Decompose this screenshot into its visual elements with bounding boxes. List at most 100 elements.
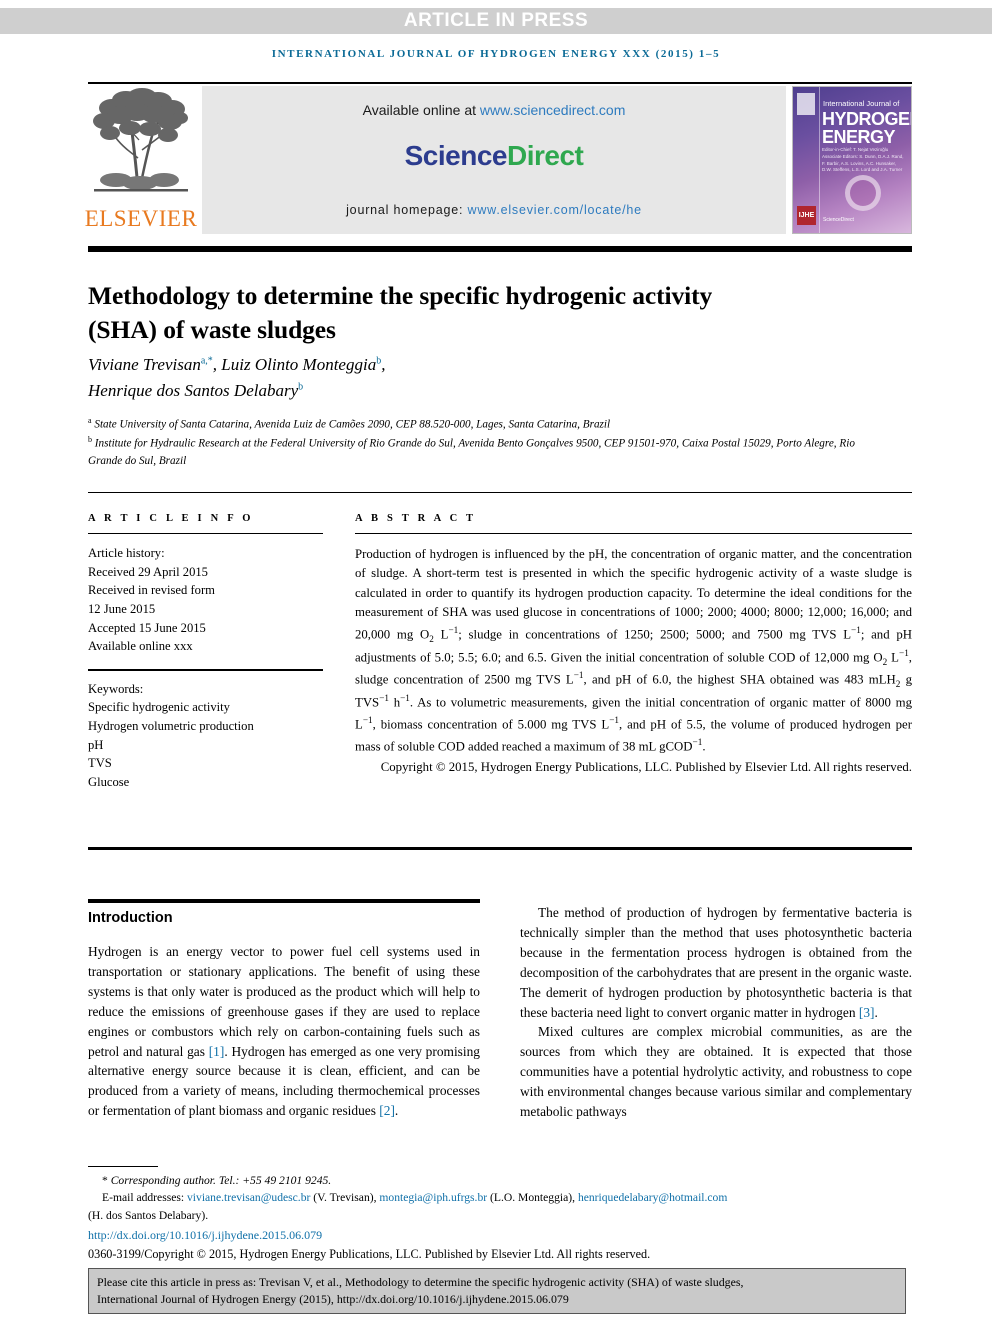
abstract-sup: −1 bbox=[851, 624, 861, 635]
email-addresses-label: E-mail addresses: bbox=[102, 1191, 187, 1205]
journal-homepage-line: journal homepage: www.elsevier.com/locat… bbox=[346, 203, 642, 217]
issn-copyright-line: 0360-3199/Copyright © 2015, Hydrogen Ene… bbox=[88, 1247, 651, 1262]
abstract-column: A B S T R A C T Production of hydrogen i… bbox=[355, 513, 912, 778]
abstract-sup: −1 bbox=[609, 714, 619, 725]
article-info-column: A R T I C L E I N F O Article history: R… bbox=[88, 513, 323, 792]
affiliation-b: b Institute for Hydraulic Research at th… bbox=[88, 434, 888, 470]
author-name-3: Henrique dos Santos Delabary bbox=[88, 381, 299, 401]
cite-line-1: Please cite this article in press as: Tr… bbox=[97, 1275, 744, 1289]
info-abstract-top-rule bbox=[88, 492, 912, 493]
sciencedirect-word-direct: Direct bbox=[506, 140, 584, 171]
sciencedirect-panel: Available online at www.sciencedirect.co… bbox=[202, 86, 786, 234]
intro-seg: . bbox=[394, 1103, 399, 1119]
keyword-item: TVS bbox=[88, 756, 112, 771]
article-info-rule bbox=[88, 533, 323, 534]
intro-paragraph-right-1: The method of production of hydrogen by … bbox=[520, 903, 912, 1022]
abstract-seg: , and pH of 6.0, the highest SHA obtaine… bbox=[583, 672, 896, 687]
intro-seg: Hydrogen is an energy vector to power fu… bbox=[88, 944, 480, 1059]
abstract-seg: . bbox=[702, 738, 706, 753]
author-name-1: Viviane Trevisan bbox=[88, 355, 201, 374]
keywords-rule bbox=[88, 668, 323, 671]
article-history-item: Received in revised form bbox=[88, 583, 215, 598]
cover-sciencedirect-label: ScienceDirect bbox=[823, 217, 854, 223]
keyword-item: Glucose bbox=[88, 774, 130, 789]
email-owner-3: (H. dos Santos Delabary). bbox=[88, 1208, 209, 1222]
cover-series-label: International Journal of bbox=[823, 99, 900, 108]
intro-seg: . bbox=[874, 1004, 878, 1020]
affiliation-a-text: State University of Santa Catarina, Aven… bbox=[94, 418, 611, 431]
sciencedirect-wordmark: ScienceDirect bbox=[405, 140, 584, 172]
author-name-2: Luiz Olinto Monteggia bbox=[221, 355, 377, 374]
abstract-seg: ; sludge in concentrations of 1250; 2500… bbox=[458, 627, 852, 642]
article-history-item: 12 June 2015 bbox=[88, 601, 156, 616]
abstract-sup: −1 bbox=[379, 693, 389, 704]
abstract-seg: , biomass concentration of 5.000 mg TVS … bbox=[372, 717, 610, 732]
author-sup-1: a,* bbox=[200, 355, 213, 367]
journal-header-band: ELSEVIER Available online at www.science… bbox=[84, 86, 912, 234]
cover-divider-line bbox=[819, 87, 820, 233]
abstract-sup: −1 bbox=[448, 624, 459, 635]
cover-editors-text: Editor-in-Chief: T. Nejat Veziroğlu Asso… bbox=[822, 147, 904, 173]
cover-title-line2: ENERGY bbox=[822, 127, 896, 147]
citation-ref-3[interactable]: [3] bbox=[859, 1005, 875, 1020]
cover-ijhe-badge: IJHE bbox=[797, 206, 816, 225]
article-in-press-label: ARTICLE IN PRESS bbox=[403, 10, 589, 31]
abstract-copyright: Copyright © 2015, Hydrogen Energy Public… bbox=[380, 760, 912, 775]
article-history-item: Received 29 April 2015 bbox=[88, 564, 208, 579]
citation-ref-2[interactable]: [2] bbox=[379, 1103, 395, 1118]
citation-ref-1[interactable]: [1] bbox=[209, 1044, 225, 1059]
page-title: Methodology to determine the specific hy… bbox=[88, 281, 713, 344]
keyword-item: pH bbox=[88, 737, 104, 752]
author-sup-2: b bbox=[376, 355, 382, 367]
header-top-rule bbox=[88, 82, 912, 84]
introduction-top-rule bbox=[88, 899, 480, 903]
article-history-block: Article history: Received 29 April 2015 … bbox=[88, 544, 323, 656]
cite-this-article-box: Please cite this article in press as: Tr… bbox=[88, 1268, 906, 1314]
sciencedirect-word-science: Science bbox=[404, 140, 508, 171]
affiliation-b-marker: b bbox=[88, 435, 92, 445]
abstract-sup: −1 bbox=[692, 736, 703, 747]
article-history-item: Accepted 15 June 2015 bbox=[88, 620, 206, 635]
introduction-heading: Introduction bbox=[88, 910, 173, 926]
article-history-item: Available online xxx bbox=[88, 639, 193, 654]
available-online-label: Available online at bbox=[362, 102, 480, 118]
email-link-1[interactable]: viviane.trevisan@udesc.br bbox=[187, 1191, 310, 1204]
cite-line-2: International Journal of Hydrogen Energy… bbox=[97, 1291, 569, 1306]
elsevier-tree-icon bbox=[93, 88, 188, 192]
journal-homepage-link[interactable]: www.elsevier.com/locate/he bbox=[468, 203, 642, 217]
intro-paragraph-right-2: Mixed cultures are complex microbial com… bbox=[520, 1024, 912, 1120]
abstract-sup: −1 bbox=[400, 693, 410, 704]
email-addresses-line: E-mail addresses: viviane.trevisan@udesc… bbox=[88, 1189, 912, 1206]
keywords-block: Keywords: Specific hydrogenic activity H… bbox=[88, 680, 323, 792]
footnote-block: * Corresponding author. Tel.: +55 49 210… bbox=[88, 1172, 912, 1263]
affiliation-a-marker: a bbox=[88, 416, 92, 425]
email-owner-2: (L.O. Monteggia), bbox=[487, 1191, 578, 1205]
doi-link[interactable]: http://dx.doi.org/10.1016/j.ijhydene.201… bbox=[88, 1226, 912, 1244]
email-owner-1: (V. Trevisan), bbox=[310, 1191, 380, 1205]
abstract-heading: A B S T R A C T bbox=[355, 513, 477, 524]
corresponding-author-text: Corresponding author. Tel.: +55 49 2101 … bbox=[110, 1174, 332, 1187]
article-history-label: Article history: bbox=[88, 546, 165, 560]
abstract-sup: −1 bbox=[573, 670, 584, 681]
journal-homepage-label: journal homepage: bbox=[346, 203, 468, 217]
affiliation-a: a State University of Santa Catarina, Av… bbox=[88, 415, 888, 434]
footnote-divider bbox=[88, 1166, 158, 1167]
abstract-seg: L bbox=[433, 627, 449, 642]
keyword-item: Specific hydrogenic activity bbox=[88, 700, 230, 715]
cover-ring-graphic bbox=[845, 175, 881, 211]
abstract-sup: −1 bbox=[362, 714, 373, 725]
intro-seg: The method of production of hydrogen by … bbox=[520, 905, 912, 1020]
intro-paragraph-left: Hydrogen is an energy vector to power fu… bbox=[88, 942, 480, 1121]
email-link-3[interactable]: henriquedelabary@hotmail.com bbox=[578, 1191, 727, 1204]
cover-elsevier-badge-icon bbox=[797, 93, 815, 115]
keyword-item: Hydrogen volumetric production bbox=[88, 719, 254, 733]
sciencedirect-url-link[interactable]: www.sciencedirect.com bbox=[480, 102, 626, 118]
email-link-2[interactable]: montegia@iph.ufrgs.br bbox=[379, 1191, 487, 1204]
abstract-sup: −1 bbox=[899, 647, 909, 658]
journal-cover-thumbnail: International Journal of HYDROGEN ENERGY… bbox=[792, 86, 912, 234]
abstract-text: Production of hydrogen is influenced by … bbox=[355, 545, 912, 756]
elsevier-wordmark: ELSEVIER bbox=[84, 206, 198, 231]
article-info-heading: A R T I C L E I N F O bbox=[88, 513, 254, 524]
affiliation-list: a State University of Santa Catarina, Av… bbox=[88, 415, 888, 471]
affiliation-b-text: Institute for Hydraulic Research at the … bbox=[88, 437, 855, 468]
